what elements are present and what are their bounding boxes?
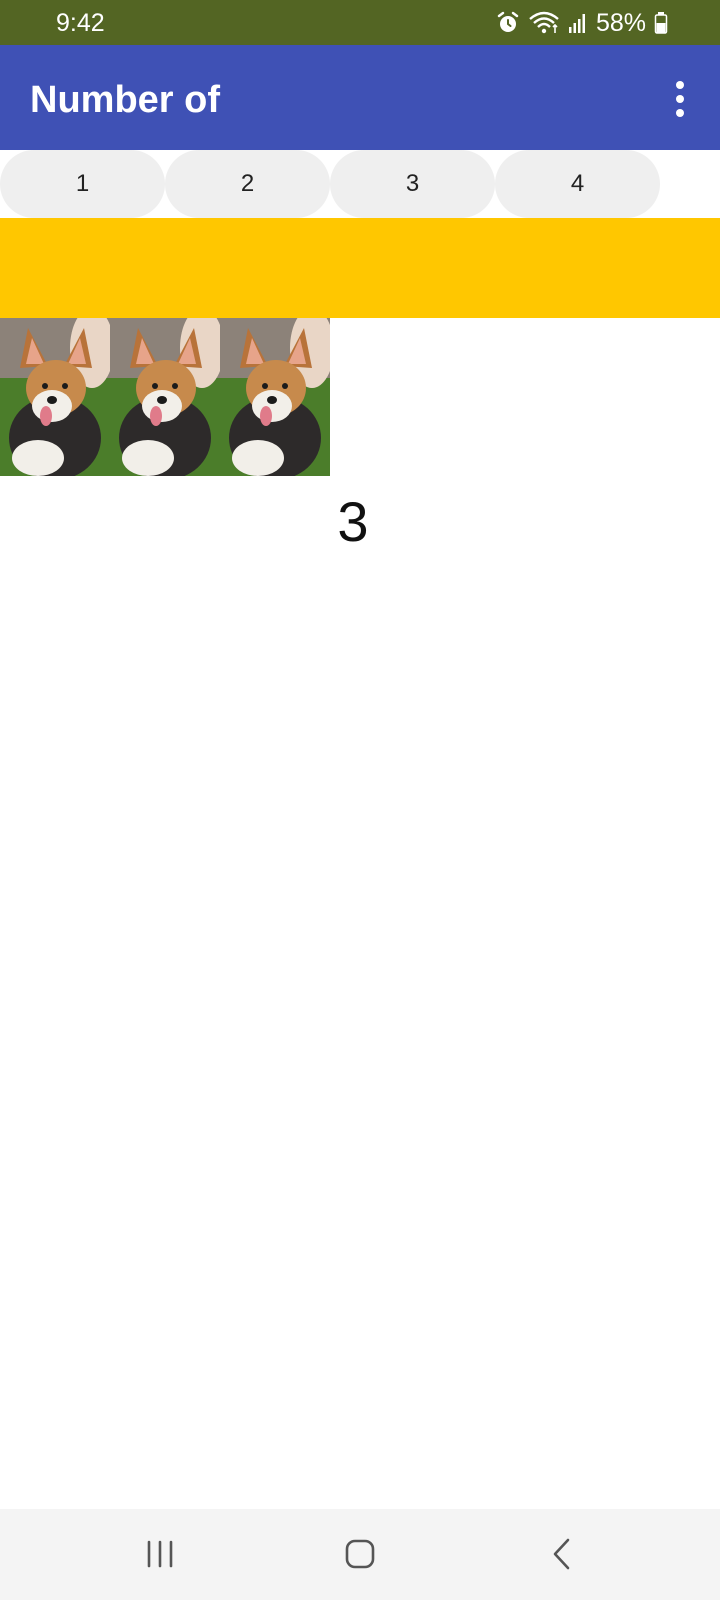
menu-dot <box>676 81 684 89</box>
number-button-row: 1 2 3 4 <box>0 150 720 218</box>
battery-icon <box>654 12 668 34</box>
navigation-bar <box>0 1509 720 1600</box>
home-icon <box>345 1539 375 1569</box>
wifi-icon <box>529 11 559 34</box>
yellow-banner <box>0 218 720 318</box>
photo-row <box>0 318 330 476</box>
status-icons: 58% <box>496 10 668 36</box>
back-button[interactable] <box>532 1529 592 1579</box>
signal-icon <box>568 14 585 33</box>
recent-apps-icon <box>147 1540 173 1568</box>
dog-photo <box>0 318 110 476</box>
status-time: 9:42 <box>56 9 105 37</box>
battery-percent: 58% <box>595 9 646 37</box>
number-button-1[interactable]: 1 <box>0 150 165 218</box>
dog-photo <box>110 318 220 476</box>
back-icon <box>553 1538 570 1570</box>
number-button-3[interactable]: 3 <box>330 150 495 218</box>
overflow-menu-icon[interactable] <box>668 75 692 123</box>
menu-dot <box>676 95 684 103</box>
home-button[interactable] <box>330 1529 390 1579</box>
status-bar: 9:42 58% <box>0 0 720 45</box>
dog-photo <box>220 318 330 476</box>
count-value: 3 <box>337 490 369 553</box>
menu-dot <box>676 109 684 117</box>
app-title: Number of <box>30 79 220 121</box>
alarm-icon <box>497 11 519 32</box>
recent-apps-button[interactable] <box>130 1529 190 1579</box>
number-button-4[interactable]: 4 <box>495 150 660 218</box>
number-button-2[interactable]: 2 <box>165 150 330 218</box>
app-bar: Number of <box>0 45 720 150</box>
